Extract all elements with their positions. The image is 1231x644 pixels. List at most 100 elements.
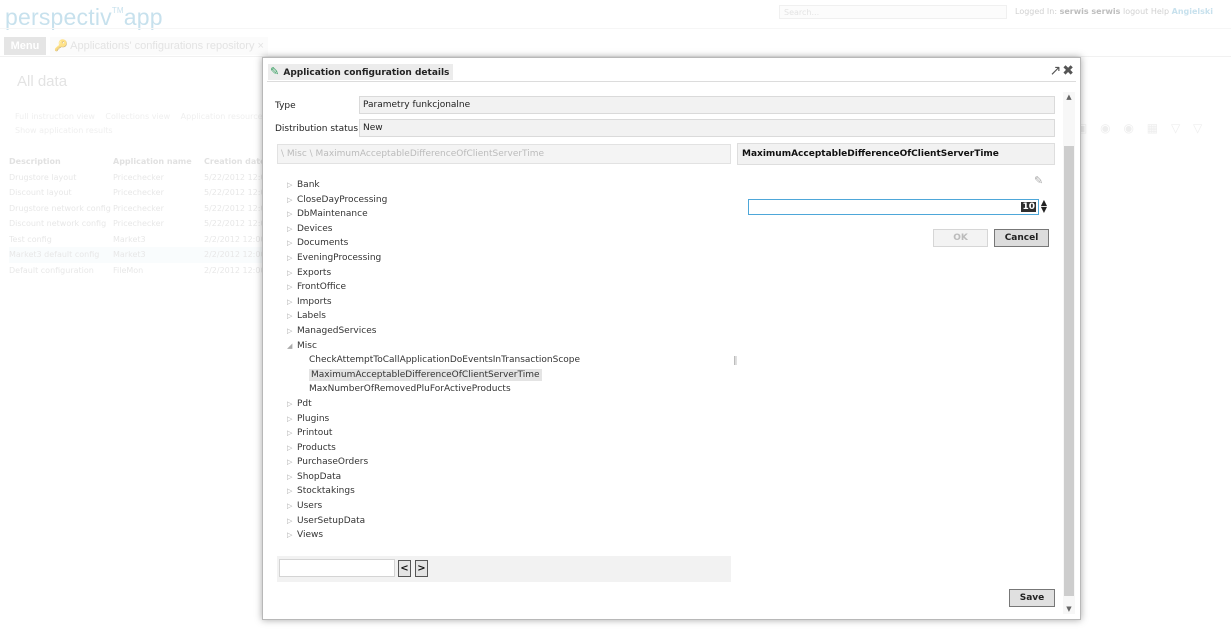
tree-pager: < > (277, 556, 731, 582)
tree-node[interactable]: CheckAttemptToCallApplicationDoEventsInT… (287, 353, 727, 368)
tree-node-label: Views (297, 530, 324, 541)
tree-node-label: MaximumAcceptableDifferenceOfClientServe… (309, 368, 542, 381)
tree-node[interactable]: ▷ Users (287, 499, 727, 514)
collapsed-arrow-icon[interactable]: ▷ (287, 324, 297, 339)
modal-title-text: Application configuration details (283, 68, 450, 78)
config-tree: ▷ Bank ▷ CloseDayProcessing ▷ DbMaintenance ▷ D… (287, 178, 727, 543)
collapsed-arrow-icon[interactable]: ▷ (287, 193, 297, 208)
collapsed-arrow-icon[interactable]: ▷ (287, 514, 297, 529)
collapsed-arrow-icon[interactable]: ▷ (287, 455, 297, 470)
value-text: 10 (1021, 202, 1036, 212)
collapsed-arrow-icon[interactable]: ▷ (287, 441, 297, 456)
edit-pencil-icon[interactable]: ✎ (1034, 174, 1043, 187)
expanded-arrow-icon[interactable]: ◢ (287, 339, 297, 354)
collapsed-arrow-icon[interactable]: ▷ (287, 295, 297, 310)
tree-node-label: ManagedServices (297, 325, 377, 336)
cancel-button[interactable]: Cancel (994, 229, 1049, 247)
collapsed-arrow-icon[interactable]: ▷ (287, 499, 297, 514)
collapsed-arrow-icon[interactable]: ▷ (287, 484, 297, 499)
status-label: Distribution status (275, 124, 359, 134)
collapsed-arrow-icon[interactable]: ▷ (287, 470, 297, 485)
modal-header: ✎ Application configuration details ↗✖ (267, 62, 1076, 82)
tree-node[interactable]: ▷ ShopData (287, 470, 727, 485)
collapsed-arrow-icon[interactable]: ▷ (287, 251, 297, 266)
tree-node-label: DbMaintenance (297, 209, 368, 220)
splitter-handle[interactable]: ‖ (733, 356, 738, 366)
tree-node[interactable]: MaxNumberOfRemovedPluForActiveProducts (287, 382, 727, 397)
scrollbar-thumb[interactable] (1064, 146, 1074, 596)
tree-node-label: Printout (297, 428, 333, 439)
tree-node[interactable]: ▷ UserSetupData (287, 514, 727, 529)
modal-window-controls: ↗✖ (1049, 63, 1074, 79)
value-numeric-input[interactable]: 10 (748, 199, 1039, 215)
tree-node[interactable]: ▷ Products (287, 441, 727, 456)
tree-node-label: Misc (297, 340, 317, 351)
scroll-up-icon[interactable]: ▲ (1063, 92, 1075, 102)
tree-node-label: Pdt (297, 398, 312, 409)
tree-node-label: Users (297, 501, 323, 512)
selected-parameter-name: MaximumAcceptableDifferenceOfClientServe… (737, 143, 1055, 165)
tree-node-label: Devices (297, 223, 333, 234)
pager-input[interactable] (279, 559, 395, 577)
save-button[interactable]: Save (1009, 589, 1055, 607)
tree-node-label: CloseDayProcessing (297, 194, 388, 205)
tree-node-label: FrontOffice (297, 282, 347, 293)
maximize-icon[interactable]: ↗ (1050, 63, 1062, 79)
spin-down-icon[interactable]: ▼ (1040, 206, 1048, 214)
tree-node[interactable]: ▷ Bank (287, 178, 727, 193)
tree-node-label: MaxNumberOfRemovedPluForActiveProducts (309, 384, 511, 395)
collapsed-arrow-icon[interactable]: ▷ (287, 178, 297, 193)
tree-node-label: Imports (297, 296, 332, 307)
scroll-down-icon[interactable]: ▼ (1063, 604, 1075, 614)
collapsed-arrow-icon[interactable]: ▷ (287, 222, 297, 237)
prev-button[interactable]: < (398, 560, 411, 577)
tree-node[interactable]: ▷ FrontOffice (287, 280, 727, 295)
tree-node-label: PurchaseOrders (297, 457, 369, 468)
numeric-spinner[interactable]: ▲ ▼ (1040, 199, 1048, 214)
tree-node-label: Documents (297, 238, 349, 249)
collapsed-arrow-icon[interactable]: ▷ (287, 207, 297, 222)
next-button[interactable]: > (415, 560, 428, 577)
collapsed-arrow-icon[interactable]: ▷ (287, 280, 297, 295)
tree-node[interactable]: ◢ Misc (287, 339, 727, 354)
tree-node-label: EveningProcessing (297, 252, 382, 263)
tree-node-label: UserSetupData (297, 515, 366, 526)
collapsed-arrow-icon[interactable]: ▷ (287, 309, 297, 324)
type-label: Type (275, 101, 296, 111)
collapsed-arrow-icon[interactable]: ▷ (287, 236, 297, 251)
type-field: Parametry funkcjonalne (359, 96, 1055, 114)
tree-node[interactable]: ▷ Labels (287, 309, 727, 324)
tree-node[interactable]: ▷ Stocktakings (287, 484, 727, 499)
collapsed-arrow-icon[interactable]: ▷ (287, 412, 297, 427)
tree-node[interactable]: ▷ EveningProcessing (287, 251, 727, 266)
tree-node-label: CheckAttemptToCallApplicationDoEventsInT… (309, 355, 581, 366)
tree-node[interactable]: ▷ PurchaseOrders (287, 455, 727, 470)
tree-node[interactable]: ▷ CloseDayProcessing (287, 193, 727, 208)
close-icon[interactable]: ✖ (1062, 63, 1074, 79)
tree-node-label: Exports (297, 267, 332, 278)
tree-node[interactable]: ▷ Imports (287, 295, 727, 310)
collapsed-arrow-icon[interactable]: ▷ (287, 426, 297, 441)
ok-button[interactable]: OK (933, 229, 988, 247)
tree-node-label: ShopData (297, 471, 342, 482)
collapsed-arrow-icon[interactable]: ▷ (287, 266, 297, 281)
collapsed-arrow-icon[interactable]: ▷ (287, 397, 297, 412)
pencil-icon: ✎ (270, 65, 280, 78)
tree-node[interactable]: MaximumAcceptableDifferenceOfClientServe… (287, 368, 727, 383)
modal-title: ✎ Application configuration details (268, 64, 454, 80)
tree-node[interactable]: ▷ ManagedServices (287, 324, 727, 339)
tree-node[interactable]: ▷ Pdt (287, 397, 727, 412)
tree-node-label: Labels (297, 311, 326, 322)
tree-node[interactable]: ▷ Documents (287, 236, 727, 251)
path-field: \ Misc \ MaximumAcceptableDifferenceOfCl… (277, 144, 731, 164)
tree-node[interactable]: ▷ Devices (287, 222, 727, 237)
tree-node[interactable]: ▷ Views (287, 528, 727, 543)
tree-node[interactable]: ▷ Exports (287, 266, 727, 281)
tree-node[interactable]: ▷ Plugins (287, 412, 727, 427)
tree-node-label: Plugins (297, 413, 330, 424)
tree-node[interactable]: ▷ DbMaintenance (287, 207, 727, 222)
config-details-modal: ✎ Application configuration details ↗✖ T… (262, 57, 1081, 620)
collapsed-arrow-icon[interactable]: ▷ (287, 528, 297, 543)
tree-node[interactable]: ▷ Printout (287, 426, 727, 441)
tree-node-label: Products (297, 442, 336, 453)
